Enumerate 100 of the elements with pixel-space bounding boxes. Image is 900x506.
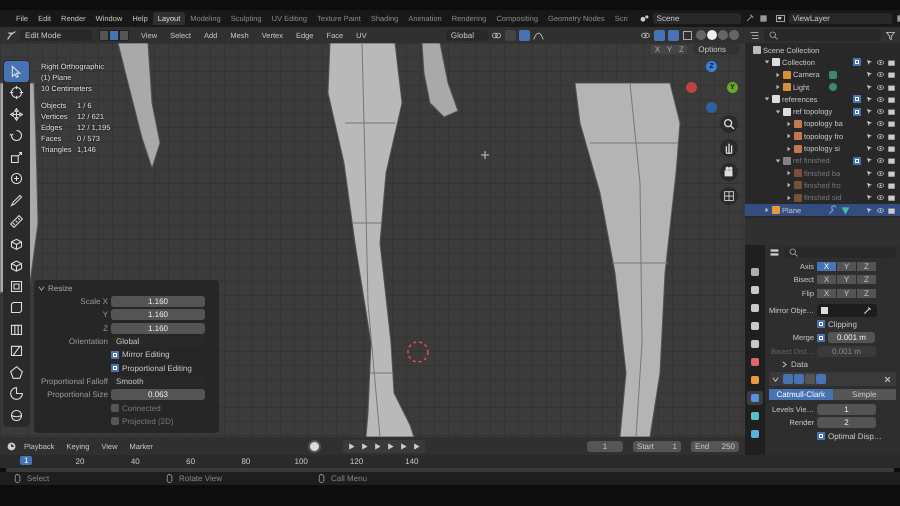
xray-icon[interactable]	[682, 30, 693, 40]
axis-toggle[interactable]: Y	[837, 262, 856, 271]
eye-icon[interactable]	[876, 193, 885, 202]
expand-arrow-icon[interactable]	[764, 207, 770, 213]
editor-type-icon[interactable]	[6, 30, 17, 40]
number-field[interactable]: 1.160	[111, 309, 205, 320]
select-mode-button[interactable]	[109, 30, 119, 40]
checkbox[interactable]	[111, 364, 119, 372]
eye-icon[interactable]	[876, 94, 885, 104]
playhead[interactable]: 1	[20, 456, 32, 465]
playback-control-icon[interactable]	[359, 440, 370, 452]
record-button[interactable]	[308, 440, 321, 452]
expand-arrow-icon[interactable]	[764, 59, 770, 66]
number-field[interactable]: 0.001 m	[828, 332, 875, 344]
expand-arrow-icon[interactable]	[786, 133, 792, 140]
eye-icon[interactable]	[876, 206, 885, 214]
axis-toggle[interactable]: Z	[857, 262, 876, 271]
current-frame-field[interactable]: 1	[587, 440, 623, 452]
mirror-axis-toggle[interactable]: Y	[663, 45, 676, 54]
subdivision-type-tab[interactable]: Simple	[832, 389, 896, 400]
end-frame-field[interactable]: End 250	[691, 440, 739, 452]
overlay-toggle[interactable]	[668, 30, 679, 40]
checkbox[interactable]	[853, 156, 861, 165]
playback-control-icon[interactable]	[385, 440, 396, 452]
eye-icon[interactable]	[876, 144, 885, 154]
editor-type-icon[interactable]	[769, 246, 780, 258]
subdivision-type-tab[interactable]: Catmull-Clark	[769, 389, 832, 400]
render-toggle[interactable]	[816, 374, 826, 384]
filter-icon[interactable]	[885, 30, 896, 40]
axis-toggle[interactable]: X	[817, 262, 836, 271]
zoom-icon[interactable]	[720, 115, 738, 133]
number-field[interactable]: 2	[817, 417, 876, 428]
object-field[interactable]	[817, 304, 877, 318]
scene-field[interactable]: Scene	[652, 13, 741, 24]
eye-icon[interactable]	[876, 168, 885, 178]
edit-mode-toggle[interactable]	[783, 374, 793, 384]
checkbox[interactable]	[817, 334, 825, 342]
playback-control-icon[interactable]	[398, 440, 409, 452]
checkbox[interactable]	[817, 320, 825, 328]
checkbox[interactable]	[853, 108, 861, 116]
orientation-dropdown[interactable]: Global	[446, 30, 488, 40]
expand-arrow-icon[interactable]	[786, 120, 792, 127]
eye-icon[interactable]	[876, 58, 885, 67]
proportional-toggle[interactable]	[519, 30, 530, 40]
eyedropper-icon[interactable]	[862, 305, 873, 316]
eye-icon[interactable]	[876, 156, 885, 166]
expand-arrow-icon[interactable]	[775, 84, 781, 90]
hand-icon[interactable]	[720, 139, 738, 157]
display-mode-icon[interactable]	[749, 30, 760, 40]
playback-control-icon[interactable]	[372, 440, 383, 452]
chevron-icon[interactable]	[772, 376, 779, 382]
mirror-axis-toggle[interactable]: Z	[675, 45, 688, 54]
chevron-icon[interactable]	[38, 285, 45, 292]
shading-mode-button[interactable]	[707, 30, 717, 40]
eye-icon[interactable]	[876, 82, 885, 92]
number-field[interactable]: 1.160	[111, 296, 205, 308]
number-field[interactable]: 1.160	[111, 322, 205, 334]
expand-arrow-icon[interactable]	[786, 170, 792, 176]
expand-arrow-icon[interactable]	[775, 158, 781, 164]
search-field[interactable]	[784, 246, 896, 258]
expand-arrow-icon[interactable]	[786, 146, 792, 152]
axis-toggle[interactable]: Z	[857, 288, 876, 298]
expand-arrow-icon[interactable]	[786, 182, 792, 188]
expand-arrow-icon[interactable]	[764, 96, 770, 102]
number-field[interactable]: 1	[817, 404, 876, 415]
mirror-axis-toggle[interactable]: X	[651, 45, 664, 54]
expand-arrow-icon[interactable]	[775, 108, 781, 115]
3d-cursor-icon[interactable]	[405, 339, 431, 365]
cage-toggle[interactable]	[794, 374, 804, 384]
search-field[interactable]	[764, 29, 881, 41]
axis-dot[interactable]	[706, 102, 717, 113]
gizmo-toggle[interactable]	[654, 30, 665, 40]
eye-icon[interactable]	[876, 180, 885, 190]
axis-toggle[interactable]: Y	[837, 275, 856, 284]
playback-control-icon[interactable]	[346, 440, 357, 452]
axis-toggle[interactable]: X	[817, 288, 836, 298]
expand-arrow-icon[interactable]	[786, 194, 792, 201]
clock-icon[interactable]	[6, 440, 17, 452]
number-field[interactable]: 0.063	[111, 389, 205, 400]
eye-icon[interactable]	[876, 119, 885, 128]
playback-control-icon[interactable]	[411, 440, 422, 452]
checkbox[interactable]	[853, 58, 861, 66]
view-layer-icon[interactable]	[774, 13, 786, 24]
select-tool-button[interactable]	[4, 61, 29, 82]
checkbox[interactable]	[817, 432, 825, 440]
checkbox[interactable]	[853, 95, 861, 104]
chevron-icon[interactable]	[781, 361, 788, 368]
viewport-toggle[interactable]	[805, 374, 815, 384]
start-frame-field[interactable]: Start 1	[633, 440, 681, 452]
checkbox[interactable]	[111, 350, 119, 359]
axis-toggle[interactable]: X	[817, 275, 836, 284]
modifier-tab[interactable]	[747, 391, 763, 405]
view-layer-field[interactable]: ViewLayer	[788, 13, 892, 24]
expand-arrow-icon[interactable]	[775, 72, 781, 78]
mode-dropdown[interactable]: Edit Mode	[20, 30, 92, 40]
axis-toggle[interactable]: Y	[837, 288, 856, 298]
panel-title[interactable]: Data	[791, 360, 808, 370]
axis-dot[interactable]	[686, 82, 697, 93]
eye-icon[interactable]	[876, 107, 885, 116]
grid-icon[interactable]	[720, 187, 738, 205]
